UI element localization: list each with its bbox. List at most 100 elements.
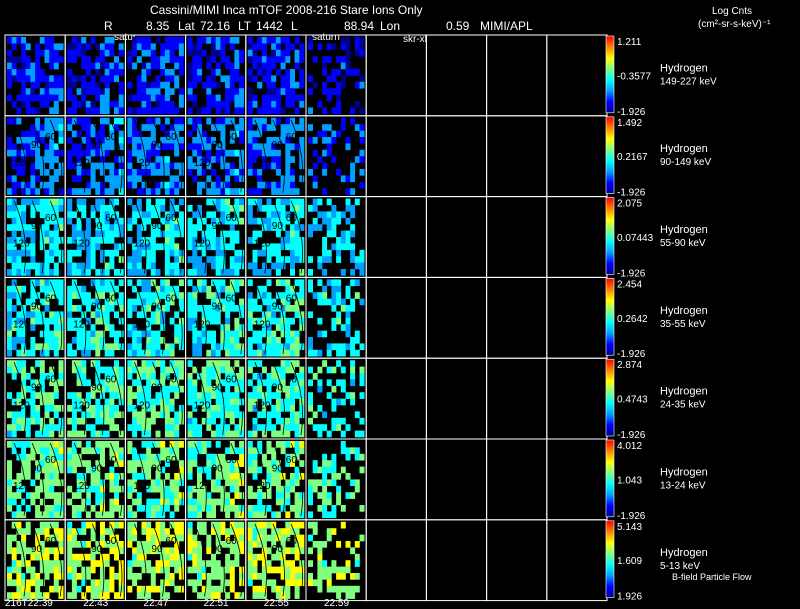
image-pixel [53,43,59,51]
image-pixel [331,324,337,331]
image-pixel [192,392,198,399]
image-pixel [11,492,17,499]
image-pixel [30,162,36,170]
image-pixel [215,175,221,183]
image-pixel [178,124,184,131]
contour-label: 60 [286,455,298,466]
image-pixel [76,101,82,108]
image-pixel [76,392,82,399]
image-pixel [81,521,87,529]
image-pixel [136,107,142,115]
image-pixel [234,337,240,344]
image-pixel [345,243,351,251]
image-pixel [266,441,272,448]
contour-label: 120 [13,158,30,169]
image-pixel [71,188,77,195]
image-pixel [53,405,59,412]
image-pixel [271,162,277,170]
image-pixel [90,534,96,542]
image-pixel [58,528,64,535]
image-pixel [114,553,119,561]
image-pixel [294,56,300,63]
image-pixel [299,149,305,157]
image-pixel [141,441,147,448]
image-pixel [336,249,342,257]
image-pixel [285,430,291,438]
image-pixel [136,592,142,599]
image-pixel [336,485,342,493]
image-pixel [44,343,50,351]
image-pixel [39,49,45,57]
image-pixel [132,107,138,115]
image-pixel [285,317,291,325]
image-pixel [229,473,235,480]
image-pixel [146,211,152,219]
image-pixel [239,198,245,206]
image-pixel [81,88,87,95]
image-pixel [234,107,240,115]
image-pixel [71,492,77,499]
image-pixel [164,411,170,419]
image-pixel [192,349,198,357]
image-pixel [312,528,318,535]
image-pixel [141,285,147,293]
image-pixel [71,466,77,474]
image-pixel [271,373,277,380]
image-pixel [39,366,45,374]
image-pixel [247,101,253,108]
image-pixel [174,162,180,170]
contour-label: 60 [105,213,117,224]
image-pixel [317,366,323,374]
image-pixel [211,256,216,263]
image-pixel [308,75,313,83]
image-pixel [299,311,305,319]
image-pixel [220,75,226,83]
image-pixel [150,505,156,512]
image-pixel [7,249,12,257]
image-pixel [326,511,332,519]
image-pixel [67,69,73,76]
image-pixel [322,566,328,574]
image-pixel [136,88,142,95]
image-pixel [192,566,198,574]
image-pixel [247,521,253,529]
image-pixel [239,130,245,138]
image-pixel [146,511,152,519]
image-pixel [215,94,221,102]
image-pixel [308,521,313,529]
image-pixel [132,62,138,70]
image-pixel [354,573,360,580]
image-pixel [299,534,305,542]
image-pixel [197,343,202,351]
image-pixel [294,360,300,367]
image-pixel [174,175,180,183]
image-pixel [100,107,105,115]
image-pixel [336,298,342,306]
image-pixel [187,37,193,44]
image-pixel [11,37,17,44]
image-pixel [49,560,55,567]
image-pixel [239,417,245,425]
image-pixel [16,424,22,431]
image-panel: 9060 [127,521,184,599]
image-pixel [90,560,96,567]
image-pixel [118,298,124,306]
image-panel: 1209060 [7,117,64,195]
image-pixel [81,198,87,206]
image-pixel [178,373,184,380]
image-pixel [81,269,87,276]
image-pixel [215,237,221,244]
image-pixel [90,88,96,95]
image-pixel [261,430,267,438]
image-pixel [100,237,105,244]
image-pixel [308,107,313,115]
image-pixel [53,492,59,499]
image-pixel [146,88,152,95]
image-pixel [294,243,300,251]
image-pixel [11,305,17,312]
image-pixel [132,379,138,387]
image-pixel [275,511,281,519]
image-pixel [331,453,337,461]
image-pixel [132,498,138,506]
image-pixel [58,441,64,448]
